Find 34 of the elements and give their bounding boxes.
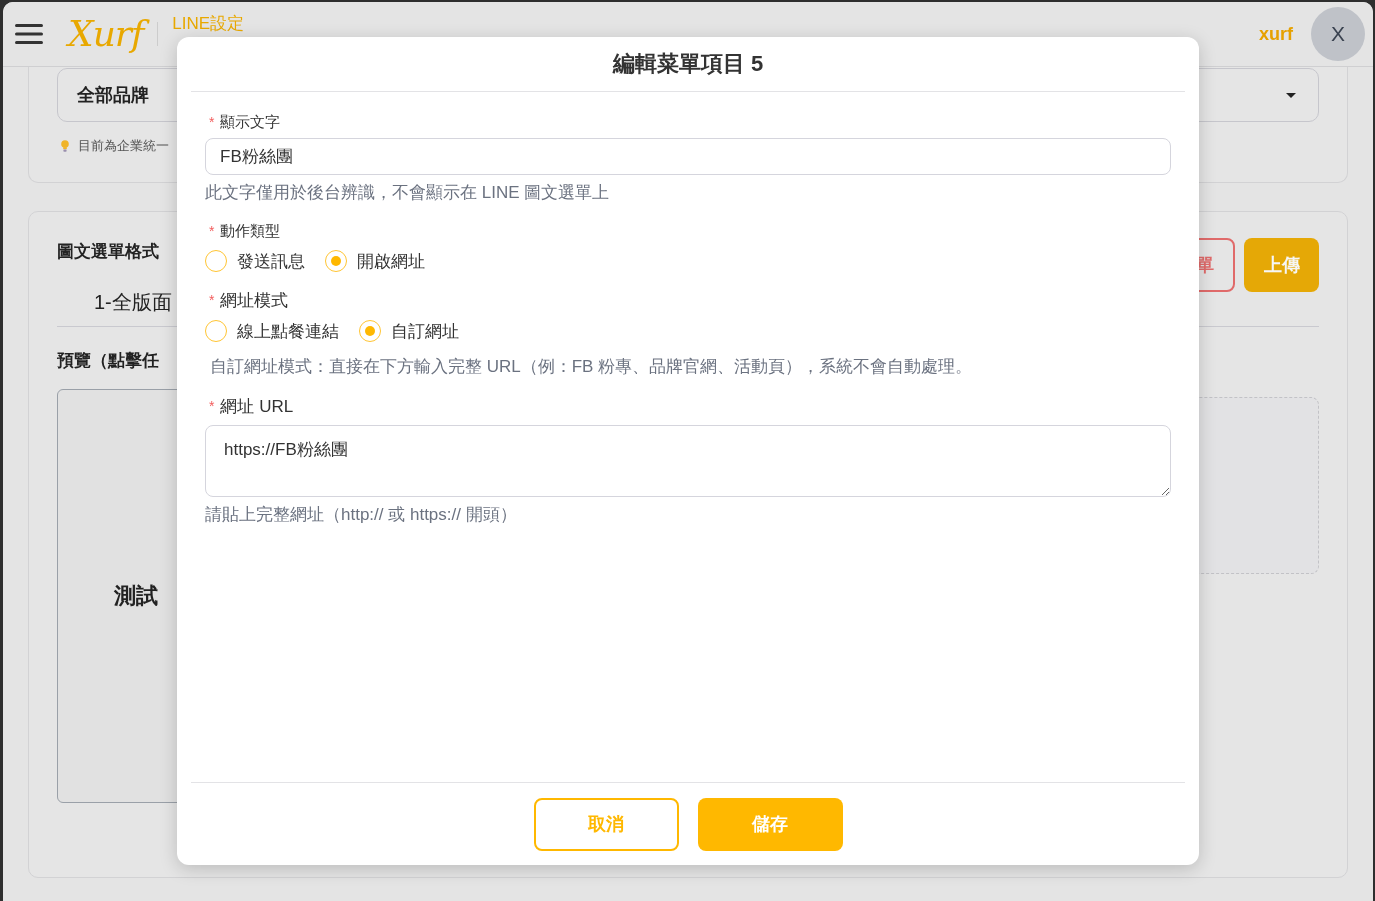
dialog-title: 編輯菜單項目 5	[612, 50, 764, 78]
option-label[interactable]: 線上點餐連結	[237, 319, 339, 343]
radio-button[interactable]	[325, 250, 347, 272]
user-avatar[interactable]: X	[1311, 7, 1365, 61]
preview-text: 測試	[114, 582, 158, 610]
hint-text: 自訂網址模式：直接在下方輸入完整 URL（例：FB 粉專、品牌官網、活動頁），系統不會自動處理。	[209, 356, 974, 378]
radio-button[interactable]	[359, 320, 381, 342]
layout-tab[interactable]: 1-全版面	[57, 288, 175, 326]
radio-button[interactable]	[205, 250, 227, 272]
notice-text: 目前為企業統一	[78, 137, 169, 155]
page-title: LINE設定	[172, 14, 245, 34]
option-label[interactable]: 自訂網址	[391, 319, 459, 343]
option-label[interactable]: 開啟網址	[357, 249, 425, 273]
lightbulb-icon	[61, 140, 69, 152]
radio-button[interactable]	[205, 320, 227, 342]
menu-icon[interactable]	[15, 24, 43, 44]
required-mark: *	[209, 114, 215, 130]
section-title: 圖文選單格式	[57, 242, 159, 262]
required-mark: *	[209, 223, 215, 239]
caret-icon	[1286, 92, 1296, 98]
hint-text: 此文字僅用於後台辨識，不會顯示在 LINE 圖文選單上	[205, 182, 611, 204]
field-label: 動作類型	[220, 221, 281, 241]
preview-label: 預覽（點擊任	[57, 350, 159, 372]
field-label: 網址 URL	[220, 395, 294, 418]
hint-text: 請貼上完整網址（http:// 或 https:// 開頭）	[205, 504, 518, 526]
required-mark: *	[209, 398, 215, 414]
field-label: 網址模式	[220, 289, 289, 312]
text-input[interactable]: FB粉絲團	[205, 138, 1171, 175]
user-name: xurf	[1259, 23, 1293, 45]
option-label[interactable]: 發送訊息	[237, 249, 305, 273]
url-textarea[interactable]: https://FB粉絲團	[205, 425, 1171, 497]
required-mark: *	[209, 292, 215, 308]
field-label: 顯示文字	[220, 112, 281, 132]
brand-logo: Xurf	[65, 9, 150, 59]
